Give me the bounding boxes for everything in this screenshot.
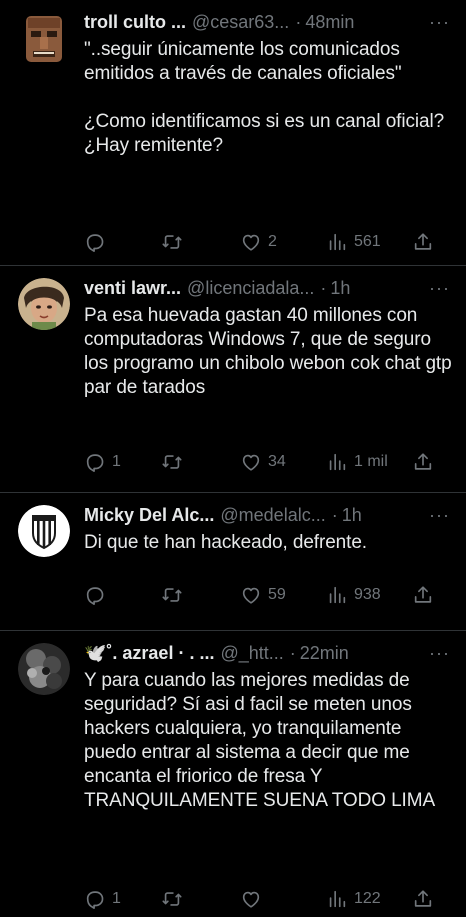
view-count: 561	[354, 233, 381, 250]
tweet-content: Micky Del Alc... @medelalc... · 1h ··· D…	[76, 503, 454, 630]
view-count: 938	[354, 586, 381, 603]
share-icon	[414, 890, 432, 907]
more-icon[interactable]: ···	[419, 278, 454, 299]
heart-icon	[242, 891, 260, 908]
separator-dot: ·	[289, 642, 296, 663]
tweet-1[interactable]: troll culto ... @cesar63... · 48min ··· …	[0, 0, 466, 266]
author-handle[interactable]: @_htt...	[220, 643, 283, 664]
separator-dot: ·	[320, 277, 327, 298]
tweet-content: 🕊️˚. azrael · . ... @_htt... · 22min ···…	[76, 641, 454, 917]
more-icon[interactable]: ···	[419, 643, 454, 664]
views-button[interactable]: 1 mil	[326, 451, 412, 473]
tweet-4[interactable]: 🕊️˚. azrael · . ... @_htt... · 22min ···…	[0, 631, 466, 917]
avatar-column	[18, 10, 76, 265]
action-bar: 1 122	[84, 869, 454, 917]
share-icon	[414, 586, 432, 603]
retweet-icon	[162, 455, 182, 469]
tweet-header: 🕊️˚. azrael · . ... @_htt... · 22min ···	[84, 641, 454, 665]
reply-button[interactable]	[84, 231, 160, 253]
author-name[interactable]: troll culto ...	[84, 12, 186, 33]
reply-button[interactable]: 1	[84, 451, 160, 473]
like-button[interactable]: 2	[240, 231, 326, 253]
heart-icon	[242, 587, 260, 604]
analytics-icon	[329, 586, 346, 604]
share-button[interactable]	[412, 888, 434, 910]
reply-count: 1	[112, 453, 121, 470]
analytics-icon	[329, 890, 346, 908]
dark-texture-avatar-icon[interactable]	[18, 643, 70, 695]
tweet-2[interactable]: venti lawr... @licenciadala... · 1h ··· …	[0, 266, 466, 493]
reply-count: 1	[112, 890, 121, 907]
tweet-feed: troll culto ... @cesar63... · 48min ··· …	[0, 0, 466, 917]
author-name[interactable]: venti lawr...	[84, 278, 181, 299]
retweet-button[interactable]	[160, 584, 240, 606]
author-handle[interactable]: @medelalc...	[220, 505, 325, 526]
tweet-header: troll culto ... @cesar63... · 48min ···	[84, 10, 454, 34]
more-icon[interactable]: ···	[419, 12, 454, 33]
retweet-icon	[162, 892, 182, 906]
retweet-icon	[162, 235, 182, 249]
retweet-button[interactable]	[160, 888, 240, 910]
retweet-button[interactable]	[160, 231, 240, 253]
anime-character-avatar-icon[interactable]	[18, 278, 70, 330]
timestamp[interactable]: 22min	[300, 643, 349, 664]
tweet-header: venti lawr... @licenciadala... · 1h ···	[84, 276, 454, 300]
moai-avatar-icon[interactable]	[18, 12, 70, 64]
views-button[interactable]: 561	[326, 231, 412, 253]
action-bar: 1 34 1 mil	[84, 432, 454, 492]
tweet-content: troll culto ... @cesar63... · 48min ··· …	[76, 10, 454, 265]
avatar-column	[18, 276, 76, 492]
reply-icon	[86, 891, 104, 909]
action-bar: 2 561	[84, 212, 454, 272]
reply-icon	[86, 587, 104, 605]
tweet-text: Y para cuando las mejores medidas de seg…	[84, 670, 436, 811]
avatar-column	[18, 641, 76, 917]
tweet-content: venti lawr... @licenciadala... · 1h ··· …	[76, 276, 454, 492]
reply-icon	[86, 454, 104, 472]
share-icon	[414, 233, 432, 250]
timestamp[interactable]: 48min	[305, 12, 354, 33]
share-button[interactable]	[412, 451, 434, 473]
analytics-icon	[329, 453, 346, 471]
timestamp[interactable]: 1h	[342, 505, 362, 526]
action-bar: 59 938	[84, 565, 454, 625]
share-icon	[414, 453, 432, 470]
author-handle[interactable]: @licenciadala...	[187, 278, 314, 299]
more-icon[interactable]: ···	[419, 505, 454, 526]
author-name[interactable]: Micky Del Alc...	[84, 505, 214, 526]
like-count: 2	[268, 233, 277, 250]
like-count: 34	[268, 453, 286, 470]
views-button[interactable]: 122	[326, 888, 412, 910]
avatar-column	[18, 503, 76, 630]
reply-button[interactable]	[84, 584, 160, 606]
view-count: 1 mil	[354, 453, 388, 470]
tweet-text: Pa esa huevada gastan 40 millones con co…	[84, 305, 452, 398]
club-crest-avatar-icon[interactable]	[18, 505, 70, 557]
tweet-text: Di que te han hackeado, defrente.	[84, 532, 367, 553]
author-name[interactable]: 🕊️˚. azrael · . ...	[84, 643, 214, 664]
tweet-3[interactable]: Micky Del Alc... @medelalc... · 1h ··· D…	[0, 493, 466, 631]
author-handle[interactable]: @cesar63...	[192, 12, 289, 33]
reply-icon	[86, 234, 104, 252]
heart-icon	[242, 234, 260, 251]
like-button[interactable]: 59	[240, 584, 326, 606]
timestamp[interactable]: 1h	[330, 278, 350, 299]
tweet-text: "..seguir únicamente los comunicados emi…	[84, 39, 445, 156]
separator-dot: ·	[295, 11, 302, 32]
view-count: 122	[354, 890, 381, 907]
retweet-icon	[162, 588, 182, 602]
views-button[interactable]: 938	[326, 584, 412, 606]
like-button[interactable]: 34	[240, 451, 326, 473]
retweet-button[interactable]	[160, 451, 240, 473]
share-button[interactable]	[412, 584, 434, 606]
tweet-header: Micky Del Alc... @medelalc... · 1h ···	[84, 503, 454, 527]
like-button[interactable]	[240, 888, 326, 910]
heart-icon	[242, 454, 260, 471]
like-count: 59	[268, 586, 286, 603]
analytics-icon	[329, 233, 346, 251]
reply-button[interactable]: 1	[84, 888, 160, 910]
separator-dot: ·	[331, 504, 338, 525]
share-button[interactable]	[412, 231, 434, 253]
